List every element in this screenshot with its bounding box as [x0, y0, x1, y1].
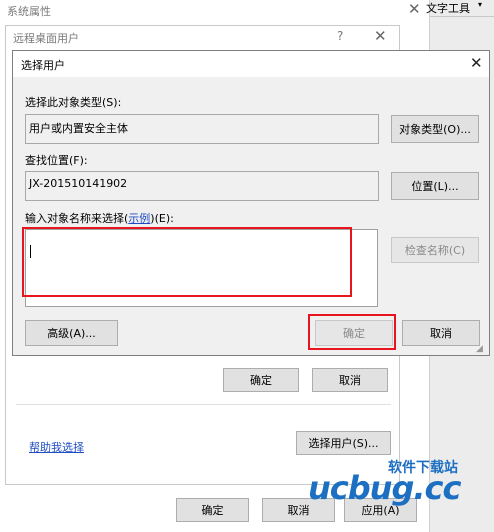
- select-users-button[interactable]: 选择用户(S)...: [296, 431, 391, 455]
- system-ok-button[interactable]: 确定: [176, 498, 249, 522]
- taskbar-divider: [430, 16, 494, 17]
- remote-cancel-button[interactable]: 取消: [312, 368, 388, 392]
- enter-names-label-suffix: )(E):: [150, 212, 174, 225]
- enter-names-label: 输入对象名称来选择(示例)(E):: [25, 210, 174, 226]
- resize-grip-icon[interactable]: ◢: [476, 344, 483, 354]
- remote-desktop-users-title: 远程桌面用户: [13, 32, 79, 45]
- close-icon[interactable]: ✕: [470, 56, 483, 71]
- highlight-ok-button: [308, 314, 396, 350]
- examples-link[interactable]: 示例: [128, 212, 150, 225]
- object-types-button[interactable]: 对象类型(O)...: [391, 115, 479, 143]
- location-label: 查找位置(F):: [25, 154, 88, 167]
- location-field: JX-201510141902: [25, 171, 379, 201]
- remote-ok-button[interactable]: 确定: [223, 368, 299, 392]
- enter-names-label-prefix: 输入对象名称来选择(: [25, 212, 129, 225]
- system-properties-title: 系统属性: [7, 5, 51, 18]
- close-icon[interactable]: ✕: [408, 2, 421, 17]
- highlight-names-input: [22, 227, 352, 297]
- watermark-brand: ucbug.cc: [308, 469, 461, 507]
- watermark-logo: 软件下载站 ucbug.cc: [302, 455, 492, 515]
- locations-button[interactable]: 位置(L)...: [391, 172, 479, 200]
- taskbar-text[interactable]: 文字工具: [426, 0, 470, 16]
- help-icon[interactable]: ?: [337, 29, 343, 43]
- select-users-title: 选择用户: [21, 59, 65, 72]
- select-users-dialog: 选择用户 ✕ 选择此对象类型(S): 用户或内置安全主体 对象类型(O)... …: [12, 50, 490, 356]
- select-cancel-button[interactable]: 取消: [402, 320, 480, 346]
- dropdown-icon: ▾: [478, 0, 483, 9]
- object-type-field: 用户或内置安全主体: [25, 114, 379, 144]
- help-me-choose-link[interactable]: 帮助我选择: [29, 439, 84, 455]
- close-icon[interactable]: ✕: [374, 29, 387, 44]
- advanced-button[interactable]: 高级(A)...: [25, 320, 118, 346]
- select-users-titlebar: 选择用户 ✕: [13, 51, 489, 77]
- check-names-button[interactable]: 检查名称(C): [391, 237, 479, 263]
- object-type-label: 选择此对象类型(S):: [25, 96, 122, 109]
